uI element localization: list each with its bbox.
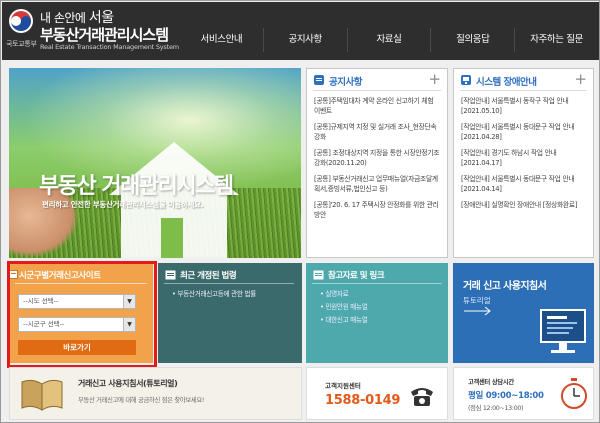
search-window-icon: [9, 270, 18, 279]
reference-link[interactable]: • 민원안원 매뉴얼: [320, 301, 368, 314]
hero-title: 부동산 거래관리시스템: [39, 174, 234, 199]
notice-item[interactable]: [공통]주택임대차 계약 온라인 신고하기 체험 이벤트: [314, 96, 440, 116]
tutorial-subtitle: 부동산 거래신고에 대해 궁금하신 점은 찾아보세요!: [78, 397, 205, 404]
nav-item-qna[interactable]: 질의응답: [430, 28, 514, 52]
guide-title: 거래 신고 사용지침서: [463, 281, 547, 292]
sido-select[interactable]: --시도 선택-- ▼: [18, 294, 136, 309]
reference-icon: [313, 270, 324, 280]
notice-item[interactable]: [공통] 부동산거래신고 업무매뉴얼(자금조달계획서,증빙서류,법인신고 등): [314, 174, 440, 194]
reference-tile: 참고자료 및 링크 • 실명자료 • 민원안원 매뉴얼 • 대한신고 매뉴얼: [306, 263, 448, 363]
guide-tile[interactable]: 거래 신고 사용지침서 튜토리얼: [453, 263, 594, 363]
chevron-down-icon[interactable]: ▼: [123, 318, 135, 331]
divider: [164, 283, 294, 284]
sigungu-select-value: --시군구 선택--: [23, 320, 65, 328]
outage-item[interactable]: [작업안내] 서울특별시 동작구 작업 안내[2021.05.10]: [461, 96, 586, 116]
reference-link-label: 대한신고 매뉴얼: [325, 316, 368, 324]
district-search-title: 시군구별거래신고사이트: [19, 271, 101, 281]
notice-panel-title: 공지사항: [329, 77, 362, 88]
reference-title: 참고자료 및 링크: [328, 271, 385, 281]
reference-links: • 실명자료 • 민원안원 매뉴얼 • 대한신고 매뉴얼: [320, 288, 368, 327]
hero-banner: 부동산 거래관리시스템 편리하고 안전한 부동산거래관리시스템을 이용하세요.: [9, 68, 301, 258]
notice-panel-header: 공지사항 +: [313, 69, 441, 91]
monitor-icon: [540, 309, 586, 353]
support-hours-main: 평일 09:00~18:00: [468, 391, 544, 401]
nav-item-notice[interactable]: 공지사항: [262, 28, 347, 52]
outage-item[interactable]: [작업안내] 서울특별시 동대문구 작업 안내[2021.04.14]: [461, 174, 586, 194]
call-center-number: 1588-0149: [325, 393, 401, 408]
outage-more-icon[interactable]: +: [574, 70, 587, 88]
chevron-down-icon[interactable]: ▼: [123, 295, 135, 308]
reference-link[interactable]: • 실명자료: [320, 288, 368, 301]
notice-item[interactable]: [공통]'20. 6. 17 주택시장 안정화를 위한 관리방안: [314, 200, 440, 220]
support-hours-label: 고객센터 상담시간: [468, 379, 514, 386]
arrow-right-icon[interactable]: [463, 305, 493, 317]
divider: [312, 283, 442, 284]
divider: [15, 283, 147, 284]
nav-item-service[interactable]: 서비스안내: [180, 28, 263, 52]
site-subtitle: Real Estate Transaction Management Syste…: [40, 43, 179, 51]
tutorial-title: 거래신고 사용지침서(튜토리얼): [78, 379, 178, 388]
notice-more-icon[interactable]: +: [428, 70, 441, 88]
notice-item[interactable]: [공통] 조정대상지역 지정을 통한 시장안정기조 강화(2020.11.20): [314, 148, 440, 168]
law-link-label: 부동산거래신고등에 관한 법률: [177, 290, 256, 298]
outage-panel-title: 시스템 장애안내: [476, 77, 537, 88]
system-icon: [461, 75, 471, 85]
open-book-icon: [21, 379, 63, 411]
nav-item-faq[interactable]: 자주하는 질문: [514, 28, 598, 52]
go-button[interactable]: 바로가기: [18, 340, 136, 355]
notice-list: [공통]주택임대차 계약 온라인 신고하기 체험 이벤트 [공통]규제지역 지정…: [307, 91, 447, 220]
support-hours-lunch: (점심 12:00~13:00): [468, 405, 524, 412]
recent-law-tile[interactable]: 최근 개정된 법령 • 부동산거래신고등에 관한 법률: [158, 263, 302, 363]
reference-link[interactable]: • 대한신고 매뉴얼: [320, 314, 368, 327]
taegeuk-logo-icon[interactable]: [8, 8, 34, 34]
call-center-box: 고객지원센터 1588-0149: [306, 367, 448, 420]
outage-item[interactable]: [작업안내] 경기도 하남시 작업 안내[2021.04.17]: [461, 148, 586, 168]
recent-law-title: 최근 개정된 법령: [180, 271, 237, 281]
clock-icon: [561, 378, 587, 409]
call-center-label: 고객지원센터: [325, 382, 361, 390]
law-book-icon: [165, 270, 176, 280]
reference-link-label: 실명자료: [325, 290, 349, 298]
outage-item[interactable]: [장애안내] 실명확인 장애안내 [정상화완료]: [461, 200, 586, 210]
site-header: 국토교통부 내 손안에 서울 부동산거래관리시스템 Real Estate Tr…: [2, 2, 599, 60]
outage-list: [작업안내] 서울특별시 동작구 작업 안내[2021.05.10] [작업안내…: [454, 91, 593, 210]
slogan-prefix: 내 손안에: [40, 11, 86, 25]
notice-icon: [314, 75, 324, 85]
nav-item-library[interactable]: 자료실: [346, 28, 431, 52]
outage-panel-header: 시스템 장애안내 +: [460, 69, 587, 91]
notice-item[interactable]: [공통]규제지역 지정 및 실거래 조사_현장단속 강화: [314, 122, 440, 142]
main-nav: 서비스안내 공지사항 자료실 질의응답 자주하는 질문: [180, 28, 598, 52]
support-hours-box: 고객센터 상담시간 평일 09:00~18:00 (점심 12:00~13:00…: [453, 367, 594, 420]
sigungu-select[interactable]: --시군구 선택-- ▼: [18, 317, 136, 332]
page-frame: 국토교통부 내 손안에 서울 부동산거래관리시스템 Real Estate Tr…: [0, 0, 600, 423]
hero-subtitle: 편리하고 안전한 부동산거래관리시스템을 이용하세요.: [42, 200, 204, 209]
law-links: • 부동산거래신고등에 관한 법률: [172, 288, 256, 301]
site-title[interactable]: 부동산거래관리시스템: [40, 24, 169, 45]
outage-item[interactable]: [작업안내] 서울특별시 동대문구 작업 안내[2021.04.28]: [461, 122, 586, 142]
notice-panel: 공지사항 + [공통]주택임대차 계약 온라인 신고하기 체험 이벤트 [공통]…: [306, 68, 448, 258]
outage-panel: 시스템 장애안내 + [작업안내] 서울특별시 동작구 작업 안내[2021.0…: [453, 68, 594, 258]
ministry-label: 국토교통부: [6, 40, 37, 48]
reference-link-label: 민원안원 매뉴얼: [325, 303, 368, 311]
tutorial-banner[interactable]: 거래신고 사용지침서(튜토리얼) 부동산 거래신고에 대해 궁금하신 점은 찾아…: [9, 367, 302, 420]
telephone-icon: [411, 388, 433, 406]
sido-select-value: --시도 선택--: [23, 297, 59, 305]
law-link[interactable]: • 부동산거래신고등에 관한 법률: [172, 288, 256, 301]
